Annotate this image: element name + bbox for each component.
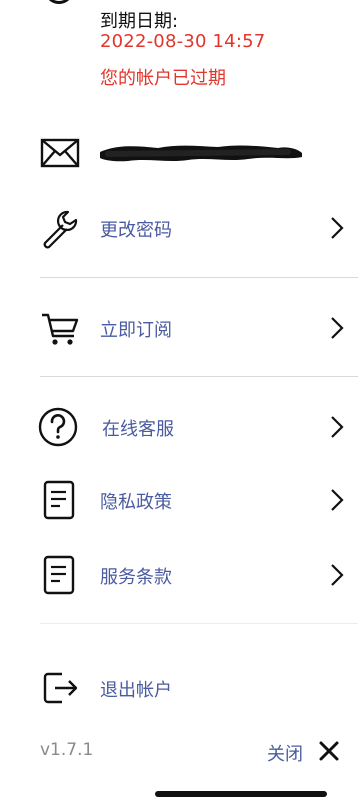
document-icon [38,478,82,522]
chevron-right-icon [331,416,344,438]
close-button-label[interactable]: 关闭 [267,740,303,766]
expiry-label: 到期日期: [100,11,179,32]
menu-item-customer-service[interactable]: 在线客服 [0,403,360,451]
help-circle-icon [38,405,82,449]
logout-label: 退出帐户 [100,680,172,701]
menu-item-label: 立即订阅 [100,320,172,341]
document-icon [38,553,82,597]
divider [40,277,358,278]
chevron-right-icon [331,317,344,339]
menu-item-subscribe[interactable]: 立即订阅 [0,304,360,352]
divider [40,376,358,377]
cart-icon [38,306,82,350]
expiry-date: 2022-08-30 14:57 [100,31,266,52]
menu-item-privacy-policy[interactable]: 隐私政策 [0,476,360,524]
chevron-right-icon [331,564,344,586]
wrench-icon [38,206,82,250]
expiry-status: 您的帐户已过期 [100,68,226,89]
chevron-right-icon [331,217,344,239]
email-redaction [100,145,302,162]
menu-item-change-password[interactable]: 更改密码 [0,204,360,252]
menu-item-label: 更改密码 [100,220,172,241]
avatar [44,0,74,4]
menu-item-label: 在线客服 [102,419,174,440]
menu-item-label: 隐私政策 [100,492,172,513]
menu-item-terms-of-service[interactable]: 服务条款 [0,551,360,599]
logout-icon [38,666,82,710]
chevron-right-icon [331,489,344,511]
logout-button[interactable]: 退出帐户 [0,664,360,712]
envelope-icon [38,131,82,175]
close-icon[interactable] [316,738,342,764]
app-version: v1.7.1 [40,740,94,760]
divider [40,623,358,624]
home-indicator [155,791,327,797]
menu-item-label: 服务条款 [100,567,172,588]
